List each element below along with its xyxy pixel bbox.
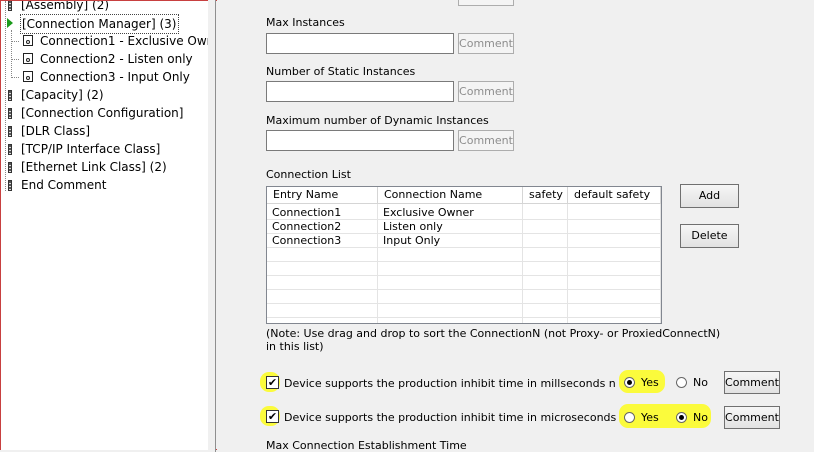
- millisecond-yes-label: Yes: [641, 376, 659, 389]
- entry-name-cell: Connection2: [272, 220, 342, 233]
- document-icon: [23, 71, 33, 82]
- tree-connector: [11, 41, 19, 42]
- document-icon: [23, 53, 33, 64]
- max-instances-comment-button: Comment: [458, 33, 514, 54]
- millisecond-inhibit-checkbox[interactable]: ✔: [266, 376, 279, 389]
- dynamic-instances-input[interactable]: [266, 130, 454, 151]
- stack-icon: [8, 180, 12, 191]
- microsecond-inhibit-checkbox[interactable]: ✔: [266, 410, 279, 423]
- millisecond-comment-button[interactable]: Comment: [724, 371, 780, 394]
- delete-button[interactable]: Delete: [680, 224, 739, 248]
- tree-item-label: [DLR Class]: [21, 124, 91, 138]
- stack-icon: [8, 162, 12, 173]
- dynamic-instances-label: Maximum number of Dynamic Instances: [266, 114, 489, 127]
- table-row[interactable]: Connection3 Input Only: [267, 234, 659, 248]
- tree-item-label: End Comment: [21, 178, 107, 192]
- grid-line: [660, 204, 661, 323]
- column-default-safety[interactable]: default safety: [568, 187, 661, 204]
- list-note-line2: in this list): [266, 340, 324, 353]
- tree-item-label: [TCP/IP Interface Class]: [21, 142, 161, 156]
- grid-line: [267, 261, 661, 262]
- static-instances-comment-button: Comment: [458, 81, 514, 102]
- connection-list[interactable]: Entry Name Connection Name safety defaul…: [266, 186, 662, 324]
- connection-name-cell: Exclusive Owner: [383, 206, 474, 219]
- dynamic-instances-comment-button: Comment: [458, 130, 514, 151]
- millisecond-yes-radio[interactable]: [624, 377, 635, 388]
- grid-line: [267, 317, 661, 318]
- stack-icon: [8, 1, 12, 11]
- stack-icon: [8, 90, 12, 101]
- tree-item-label: Connection3 - Input Only: [40, 70, 190, 84]
- tree-guide-line-child: [11, 30, 12, 78]
- max-instances-label: Max Instances: [266, 16, 345, 29]
- column-connection-name[interactable]: Connection Name: [378, 187, 523, 204]
- entry-name-cell: Connection1: [272, 206, 342, 219]
- microsecond-yes-label: Yes: [641, 411, 659, 424]
- max-instances-input[interactable]: [266, 33, 454, 54]
- table-row[interactable]: Connection2 Listen only: [267, 220, 659, 234]
- document-icon: [23, 35, 33, 46]
- tree-item-label: [Capacity] (2): [21, 88, 104, 102]
- microsecond-no-label: No: [693, 411, 708, 424]
- microsecond-yes-radio[interactable]: [624, 412, 635, 423]
- tree-item-label: Connection2 - Listen only: [40, 52, 193, 66]
- comment-button-top: [458, 0, 514, 6]
- connection-name-cell: Input Only: [383, 234, 441, 247]
- stack-icon: [8, 126, 12, 137]
- properties-pane: Max Instances Comment Number of Static I…: [217, 0, 812, 450]
- millisecond-no-radio[interactable]: [676, 377, 687, 388]
- pane-splitter[interactable]: [208, 0, 216, 452]
- stack-icon: [8, 108, 12, 119]
- grid-line: [267, 275, 661, 276]
- microsecond-comment-button[interactable]: Comment: [724, 406, 780, 429]
- tree-connector: [11, 77, 19, 78]
- static-instances-input[interactable]: [266, 81, 454, 102]
- tree-connector: [11, 59, 19, 60]
- static-instances-label: Number of Static Instances: [266, 65, 416, 78]
- tree-item-label: [Connection Manager] (3): [20, 14, 179, 34]
- millisecond-inhibit-label: Device supports the production inhibit t…: [284, 377, 616, 390]
- grid-line: [267, 303, 661, 304]
- stack-icon: [8, 144, 12, 155]
- microsecond-inhibit-label: Device supports the production inhibit t…: [284, 411, 616, 424]
- column-filler: [661, 187, 662, 204]
- expanded-arrow-icon: [7, 18, 13, 28]
- tree-item-label: [Connection Configuration]: [21, 106, 184, 120]
- microsecond-no-radio[interactable]: [676, 412, 687, 423]
- table-row[interactable]: Connection1 Exclusive Owner: [267, 206, 659, 220]
- connection-list-label: Connection List: [266, 168, 351, 181]
- millisecond-no-label: No: [693, 376, 708, 389]
- tree-item-label: Connection1 - Exclusive Owner: [40, 34, 208, 48]
- add-button[interactable]: Add: [680, 184, 739, 208]
- grid-line: [267, 289, 661, 290]
- max-connection-establishment-label: Max Connection Establishment Time: [266, 439, 467, 450]
- column-safety[interactable]: safety: [523, 187, 568, 204]
- list-note: (Note: Use drag and drop to sort the Con…: [266, 327, 721, 340]
- tree-item-label: [Ethernet Link Class] (2): [21, 160, 167, 174]
- tree-guide-line: [5, 1, 6, 191]
- column-entry-name[interactable]: Entry Name: [267, 187, 378, 204]
- connection-name-cell: Listen only: [383, 220, 443, 233]
- entry-name-cell: Connection3: [272, 234, 342, 247]
- tree-item-label: [Assembly] (2): [21, 1, 110, 12]
- tree-view[interactable]: [Assembly] (2) [Connection Manager] (3) …: [1, 1, 208, 450]
